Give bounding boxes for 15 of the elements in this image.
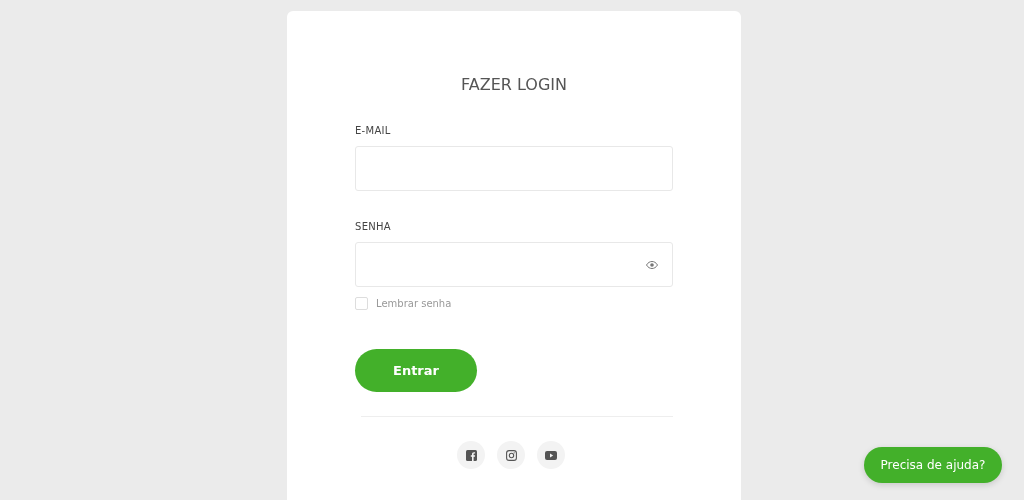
facebook-icon	[465, 449, 477, 461]
social-link[interactable]	[497, 441, 525, 469]
eye-icon[interactable]	[646, 260, 658, 269]
instagram-icon	[505, 449, 517, 461]
remember-checkbox[interactable]	[355, 297, 368, 310]
social-link[interactable]	[537, 441, 565, 469]
page-title: FAZER LOGIN	[461, 75, 567, 94]
field-label: E-MAIL	[355, 125, 392, 136]
field-label: SENHA	[355, 221, 392, 232]
play-icon	[545, 450, 557, 460]
login-button[interactable]: Entrar	[355, 349, 477, 392]
social-link[interactable]	[457, 441, 485, 469]
remember-label: Lembrar senha	[376, 298, 452, 309]
password-field[interactable]	[355, 242, 673, 287]
help-button[interactable]: Precisa de ajuda?	[864, 447, 1002, 483]
